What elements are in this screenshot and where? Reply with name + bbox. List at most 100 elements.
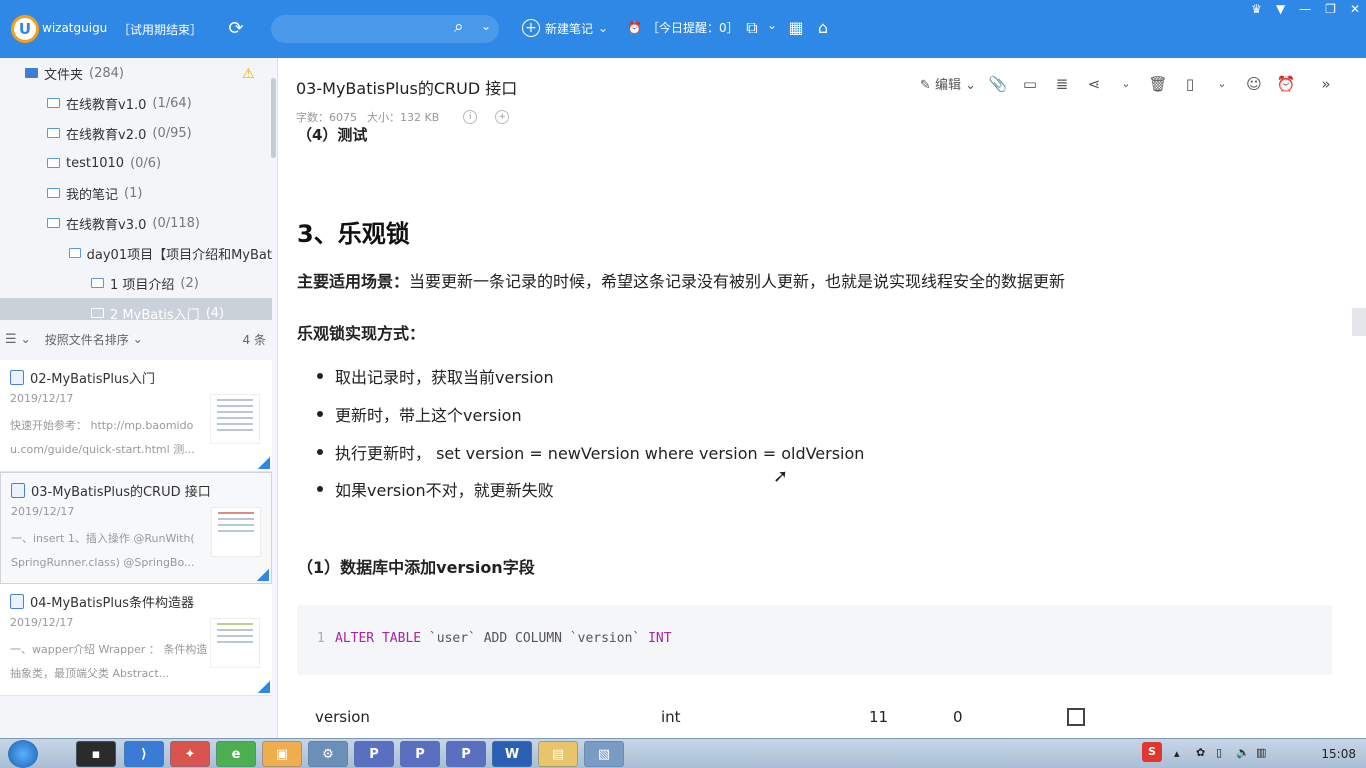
grid-icon[interactable]: ▦	[786, 18, 806, 37]
partial-heading: （4）测试	[297, 126, 368, 144]
tray-up-icon[interactable]: ▴	[1174, 747, 1180, 760]
add-circle-icon[interactable]: +	[495, 110, 510, 124]
username[interactable]: wizatguigu	[42, 21, 107, 35]
tree-item-label: test1010	[66, 155, 125, 171]
sidebar: 文件夹 (284) ⚠ 在线教育v1.0 (1/64) 在线教育v2.0 (0/…	[0, 58, 278, 738]
edit-label: 编辑	[934, 78, 961, 93]
scenario-label: 主要适用场景：	[297, 272, 410, 291]
tree-item-folder-selected[interactable]: 2 MyBatis入门 (4)	[0, 298, 272, 320]
sync-corner-icon	[258, 457, 270, 469]
list-item-active[interactable]: 03-MyBatisPlus的CRUD 接口 2019/12/17 一、inse…	[0, 472, 272, 584]
code-block[interactable]: 1 ALTER TABLE `user` ADD COLUMN `version…	[297, 605, 1332, 675]
menu-icon[interactable]: ▼	[1276, 2, 1285, 16]
taskbar-app-folder[interactable]: ▣	[262, 741, 302, 767]
chevron-down-icon[interactable]: ⌄	[21, 332, 31, 346]
bullet-text: 执行更新时， set version = newVersion where ve…	[335, 444, 865, 463]
folder-icon	[47, 158, 60, 168]
tree-item-label: 我的笔记	[66, 187, 119, 203]
wiz-logo-icon[interactable]: U	[11, 15, 39, 43]
note-date: 2019/12/17	[10, 392, 74, 405]
tree-item-folder[interactable]: 我的笔记 (1)	[0, 178, 272, 208]
section-heading: 3、乐观锁	[297, 220, 410, 248]
warning-icon[interactable]: ⚠	[242, 66, 255, 82]
attachment-icon[interactable]: 📎	[988, 75, 1008, 93]
tree-item-folder[interactable]: 在线教育v1.0 (1/64)	[0, 88, 272, 118]
network-icon[interactable]: ▥	[1256, 746, 1266, 759]
trash-icon[interactable]: 🗑	[1148, 75, 1168, 93]
taskbar-app-p2[interactable]: P	[400, 741, 440, 767]
tree-item-count: (2)	[180, 275, 199, 291]
trial-status[interactable]: ［试用期结束］	[118, 21, 202, 38]
new-note-label: 新建笔记	[545, 21, 594, 36]
editor-toolbar: ✎ 编辑 ⌄ 📎 ▭ ≣ ⋖ ⌄ 🗑 ▯ ⌄ ☺ ⏰ »	[920, 74, 1336, 94]
taskbar-app-p3[interactable]: P	[446, 741, 486, 767]
chevron-down-icon[interactable]: ⌄	[1212, 77, 1232, 90]
taskbar-app-image[interactable]: ▧	[584, 741, 624, 767]
sync-corner-icon	[257, 569, 269, 581]
tree-item-folder[interactable]: day01项目【项目介绍和MyBat	[0, 238, 272, 268]
minimize-icon[interactable]: —	[1299, 2, 1311, 16]
volume-icon[interactable]: 🔈	[1236, 746, 1250, 759]
search-icon[interactable]: ⌕	[454, 17, 464, 37]
note-title-text: 04-MyBatisPlus条件构造器	[30, 596, 194, 611]
clock[interactable]: 15:08	[1321, 747, 1356, 761]
plus-icon: +	[522, 19, 540, 37]
start-button[interactable]	[8, 740, 38, 768]
skin-icon[interactable]: ♛	[1251, 2, 1262, 16]
sort-dropdown[interactable]: 按照文件名排序	[45, 331, 129, 348]
tree-item-folder[interactable]: 1 项目介绍 (2)	[0, 268, 272, 298]
expand-icon[interactable]: »	[1316, 75, 1336, 93]
tree-item-folder[interactable]: 在线教育v2.0 (0/95)	[0, 118, 272, 148]
chevron-down-icon[interactable]: ⌄	[762, 18, 782, 32]
table-cell-decimal: 0	[953, 708, 963, 726]
external-window-icon[interactable]: ⧉	[742, 18, 762, 38]
chevron-down-icon[interactable]: ⌄	[133, 332, 143, 346]
taskbar-app-p1[interactable]: P	[354, 741, 394, 767]
folder-icon	[47, 98, 60, 108]
editor-scrollbar[interactable]	[1352, 308, 1366, 336]
taskbar-app-xmind[interactable]: ✦	[170, 741, 210, 767]
list-item[interactable]: 02-MyBatisPlus入门 2019/12/17 快速开始参考： http…	[0, 360, 272, 472]
taskbar-app-settings[interactable]: ⚙	[308, 741, 348, 767]
info-icon[interactable]: i	[463, 110, 478, 124]
window-controls: ♛ ▼ — ❐ ✕	[1251, 2, 1360, 16]
tree-item-label: 在线教育v1.0	[66, 97, 147, 113]
edit-button[interactable]: ✎ 编辑 ⌄	[920, 74, 976, 93]
code-keyword: INT	[648, 631, 672, 646]
reminder-button[interactable]: ⏰ ［今日提醒：0］	[627, 19, 739, 36]
taskbar-app-word[interactable]: W	[492, 741, 532, 767]
history-icon[interactable]: ≣	[1052, 75, 1072, 93]
tree-item-folder[interactable]: test1010 (0/6)	[0, 148, 272, 178]
tree-item-count: (0/6)	[130, 155, 162, 171]
taskbar-app-terminal[interactable]: ▪	[76, 741, 116, 767]
chevron-down-icon[interactable]: ⌄	[481, 19, 491, 33]
chevron-down-icon[interactable]: ⌄	[1116, 77, 1136, 90]
alarm-icon[interactable]: ⏰	[1276, 75, 1296, 93]
comment-icon[interactable]: ▭	[1020, 75, 1040, 93]
wechat-icon[interactable]: ☺	[1244, 75, 1264, 93]
tree-item-folder[interactable]: 在线教育v3.0 (0/118)	[0, 208, 272, 238]
tree-item-count: (0/95)	[152, 125, 192, 141]
list-item[interactable]: 04-MyBatisPlus条件构造器 2019/12/17 一、wapper介…	[0, 584, 272, 696]
tray-app-icon[interactable]: ✿	[1196, 746, 1205, 759]
maximize-icon[interactable]: ❐	[1325, 2, 1336, 16]
home-icon[interactable]: ⌂	[813, 18, 833, 37]
tray-device-icon[interactable]: ▯	[1216, 746, 1222, 759]
list-item: 取出记录时，获取当前version	[317, 364, 554, 388]
taskbar-app-explorer[interactable]: ▤	[538, 741, 578, 767]
share-icon[interactable]: ⋖	[1084, 75, 1104, 93]
list-view-icon[interactable]: ☰	[5, 332, 17, 347]
sync-icon[interactable]: ⟳	[226, 19, 246, 39]
tree-scrollbar[interactable]	[271, 78, 276, 158]
new-note-button[interactable]: + 新建笔记 ⌄	[522, 19, 608, 37]
taskbar-app-browser[interactable]: e	[216, 741, 256, 767]
sogou-icon[interactable]: S	[1142, 742, 1162, 762]
tree-item-root-folder[interactable]: 文件夹 (284)	[0, 58, 272, 88]
reading-mode-icon[interactable]: ▯	[1180, 75, 1200, 93]
note-icon	[10, 370, 24, 385]
close-icon[interactable]: ✕	[1350, 2, 1360, 16]
list-item: 如果version不对，就更新失败	[317, 477, 554, 501]
list-item: 更新时，带上这个version	[317, 402, 522, 426]
taskbar-app-vscode[interactable]: ⟩	[124, 741, 164, 767]
search-input[interactable]	[271, 15, 499, 43]
